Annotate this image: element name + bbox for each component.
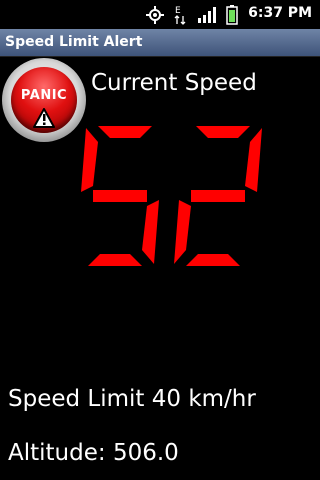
altitude-text: Altitude: 506.0 <box>8 440 179 466</box>
status-time: 6:37 PM <box>248 5 312 21</box>
data-edge-icon: E <box>174 6 186 25</box>
battery-icon <box>226 5 238 25</box>
segment-d <box>186 254 240 266</box>
network-type-label: E <box>175 6 181 16</box>
segment-e <box>174 200 191 264</box>
segment-g <box>93 190 147 202</box>
warning-icon <box>33 108 55 128</box>
panic-button[interactable]: PANIC <box>2 58 86 142</box>
segment-b <box>245 128 262 192</box>
segment-f <box>81 128 98 192</box>
panic-button-label: PANIC <box>20 88 68 103</box>
segment-a <box>196 126 250 138</box>
segment-g <box>191 190 245 202</box>
segment-c <box>142 200 159 264</box>
gps-icon <box>146 6 164 24</box>
speed-digit-2 <box>174 126 262 266</box>
current-speed-label: Current Speed <box>91 70 257 96</box>
app-title-bar: Speed Limit Alert <box>0 29 320 57</box>
speed-limit-text: Speed Limit 40 km/hr <box>8 386 256 412</box>
segment-d <box>88 254 142 266</box>
app-title: Speed Limit Alert <box>5 34 143 50</box>
segment-a <box>98 126 152 138</box>
status-bar: E 6:37 PM <box>0 0 320 29</box>
speed-display <box>81 126 262 266</box>
speed-digit-1 <box>81 126 159 266</box>
status-icons: E <box>146 4 238 26</box>
signal-icon <box>198 7 216 23</box>
